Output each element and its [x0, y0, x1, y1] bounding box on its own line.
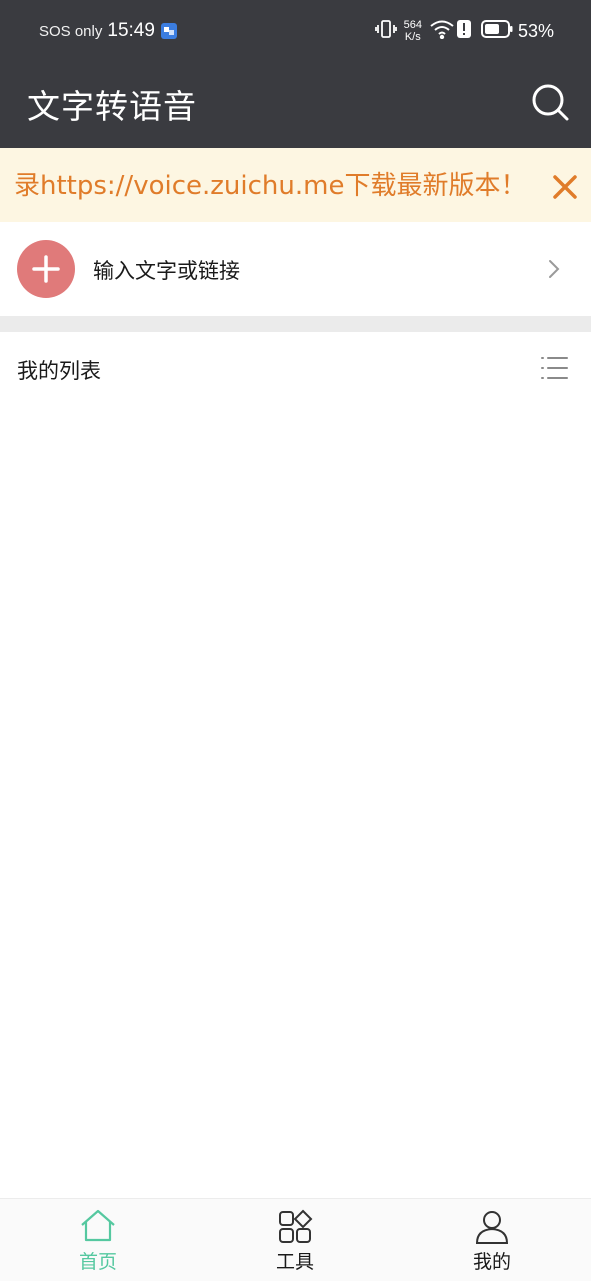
clock: 15:49	[107, 20, 155, 41]
net-speed-unit: K/s	[404, 31, 421, 43]
close-icon	[553, 175, 577, 199]
nav-home-label: 首页	[78, 1251, 117, 1273]
alert-icon	[456, 20, 471, 42]
nav-tools-label: 工具	[275, 1251, 314, 1273]
vibrate-icon	[374, 18, 397, 44]
nav-mine[interactable]: 我的	[432, 1199, 552, 1281]
battery-percent: 53%	[517, 20, 554, 41]
search-icon	[532, 84, 569, 121]
nav-tools[interactable]: 工具	[235, 1199, 355, 1281]
battery-icon	[480, 20, 513, 42]
search-button[interactable]	[530, 82, 570, 122]
list-menu-icon	[541, 357, 568, 379]
status-left: SOS only 15:49	[39, 20, 177, 42]
update-banner[interactable]: 录https://voice.zuichu.me下载最新版本！	[0, 148, 591, 222]
tools-icon	[279, 1209, 313, 1243]
section-divider	[0, 316, 591, 332]
nav-home[interactable]: 首页	[38, 1199, 158, 1281]
add-button[interactable]	[17, 240, 75, 298]
wifi-icon	[429, 19, 455, 43]
list-menu-button[interactable]	[539, 354, 569, 382]
net-speed: 564 K/s	[404, 19, 422, 43]
user-icon	[475, 1211, 509, 1244]
page-title: 文字转语音	[27, 87, 197, 126]
nav-mine-label: 我的	[472, 1251, 511, 1273]
net-speed-value: 564	[403, 19, 422, 31]
top-bar: SOS only 15:49 564 K/s 53% 文字转语音	[0, 0, 591, 148]
input-label: 输入文字或链接	[93, 259, 240, 283]
bottom-nav: 首页 工具 我的	[0, 1198, 591, 1281]
banner-text: 录https://voice.zuichu.me下载最新版本！	[14, 171, 527, 201]
my-list-title: 我的列表	[17, 359, 101, 383]
status-right: 564 K/s 53%	[374, 18, 554, 44]
plus-icon	[32, 255, 60, 283]
input-text-or-link-row[interactable]: 输入文字或链接	[0, 222, 591, 316]
translate-app-icon	[160, 23, 177, 39]
banner-close-button[interactable]	[550, 172, 580, 202]
status-bar: SOS only 15:49 564 K/s 53%	[0, 0, 591, 66]
carrier-text: SOS only	[39, 22, 103, 40]
chevron-right-icon	[549, 260, 560, 278]
home-icon	[81, 1209, 115, 1242]
